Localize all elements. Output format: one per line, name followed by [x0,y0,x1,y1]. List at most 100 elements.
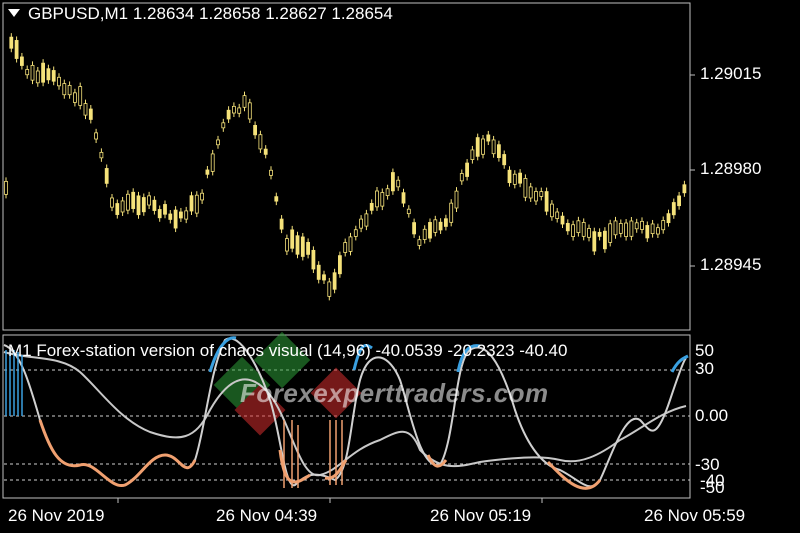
candle-body [4,181,8,195]
candle-body [242,95,247,108]
candle-body [666,213,671,224]
candle-body [486,134,491,142]
indicator-title: M1 Forex-station version of chaos visual… [8,341,568,360]
chart-header: GBPUSD,M1 1.28634 1.28658 1.28627 1.2865… [8,4,393,24]
candle-body [443,218,448,227]
candle-body [51,70,56,82]
candle-body [587,228,591,238]
candle-body [359,218,364,229]
candle-body [597,231,602,237]
candle-body [428,222,432,239]
candle-body [640,220,644,230]
candle-body [645,225,650,239]
candle-body [375,190,379,208]
time-label: 26 Nov 04:39 [216,506,318,525]
candle-body [284,238,289,252]
candle-body [650,223,655,235]
candle-body [126,193,130,211]
candle-body [433,219,438,233]
collapse-triangle-icon[interactable] [8,8,20,17]
candlestick-series[interactable] [4,33,687,301]
candle-body [41,62,45,83]
candle-body [104,168,109,184]
candle-body [528,186,533,199]
candle-body [306,242,311,255]
candle-body [269,169,273,176]
indicator-level-label: -50 [700,478,725,497]
candle-body [216,139,220,146]
candle-body [481,138,485,155]
candle-body [131,191,136,209]
chart-canvas[interactable] [0,0,800,533]
price-panel[interactable] [2,2,691,331]
candle-body [83,103,88,116]
candle-body [258,134,263,150]
candle-body [94,132,98,140]
candle-body [311,249,316,270]
candle-body [539,191,544,197]
candle-body [502,154,507,166]
candle-body [221,122,226,129]
candle-body [491,139,496,155]
chart-title: GBPUSD,M1 1.28634 1.28658 1.28627 1.2865… [28,4,393,23]
candle-body [157,209,162,219]
indicator-level-label: 0.00 [695,406,729,425]
candle-body [581,222,586,237]
candle-body [677,195,681,207]
price-label: 1.28980 [700,159,762,178]
candle-body [592,231,597,252]
candle-body [337,255,342,275]
candle-body [168,213,173,220]
candle-body [295,235,300,255]
candle-body [120,200,125,213]
candle-body [14,40,19,59]
candle-body [422,228,427,240]
candle-body [401,192,406,204]
candle-body [523,178,528,198]
candle-body [380,192,385,207]
candle-body [634,222,639,230]
candle-body [237,107,242,114]
candle-body [62,83,67,96]
candle-body [300,236,305,257]
candle-body [369,202,374,211]
candle-body [110,197,114,208]
candle-body [25,69,30,76]
candle-body [671,202,676,216]
indicator-level-label: 30 [695,359,714,378]
candle-body [465,162,470,177]
candle-body [226,109,231,120]
lower-zone-line [38,419,197,487]
candle-body [475,137,480,157]
candle-body [550,203,554,218]
candle-body [200,192,205,201]
candle-body [534,191,538,202]
candle-body [396,179,401,188]
candle-body [231,105,236,114]
candle-body [512,173,517,185]
candle-body [417,239,422,246]
candle-body [565,222,570,232]
candle-body [470,149,475,160]
candle-body [322,274,326,281]
candle-body [205,169,210,175]
candle-body [327,281,332,297]
candle-body [608,223,613,243]
candle-body [385,188,390,197]
candle-body [57,76,61,87]
candle-body [210,153,215,172]
watermark-text: Forexexperttraders.com [240,378,549,408]
candle-body [290,229,295,249]
candle-body [656,227,660,235]
candle-body [507,169,512,184]
candle-body [613,220,618,236]
candle-body [46,68,51,81]
indicator-level-label: 50 [695,341,714,360]
candle-body [247,102,252,120]
candle-body [35,70,40,84]
candle-body [316,264,321,280]
candle-body [449,202,454,223]
candle-body [253,125,258,136]
candle-body [576,220,581,233]
candle-body [348,236,353,252]
